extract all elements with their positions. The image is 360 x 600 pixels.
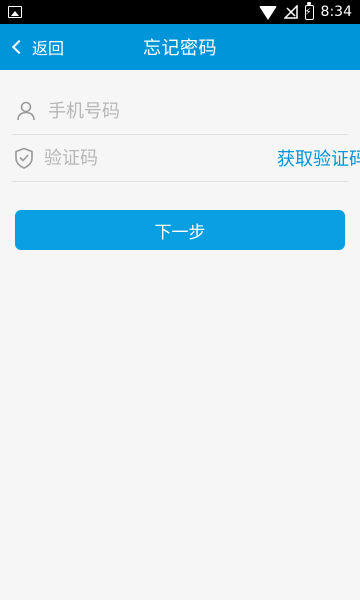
status-left bbox=[8, 6, 22, 18]
back-label: 返回 bbox=[32, 39, 65, 58]
back-button[interactable]: 返回 bbox=[11, 24, 65, 70]
code-row: 获取验证码 bbox=[12, 135, 360, 182]
phone-input[interactable] bbox=[46, 94, 348, 128]
shield-check-icon bbox=[12, 144, 36, 172]
app-header: 返回 忘记密码 bbox=[0, 24, 360, 70]
next-step-button[interactable]: 下一步 bbox=[15, 210, 345, 250]
wifi-icon bbox=[258, 6, 277, 20]
battery-charging-icon: ⚡ bbox=[304, 1, 314, 20]
reset-form: 获取验证码 bbox=[12, 88, 360, 182]
phone-row bbox=[12, 88, 348, 135]
status-right: ⚡ 8:34 bbox=[258, 1, 352, 20]
chevron-left-icon bbox=[11, 39, 27, 55]
code-input[interactable] bbox=[42, 141, 269, 175]
status-bar: ⚡ 8:34 bbox=[0, 0, 360, 24]
image-icon bbox=[8, 6, 22, 18]
battery-bolt-icon: ⚡ bbox=[304, 6, 312, 18]
user-icon bbox=[12, 97, 40, 125]
get-code-button[interactable]: 获取验证码 bbox=[277, 145, 360, 171]
signal-icon bbox=[283, 5, 298, 19]
status-time: 8:34 bbox=[320, 4, 352, 20]
